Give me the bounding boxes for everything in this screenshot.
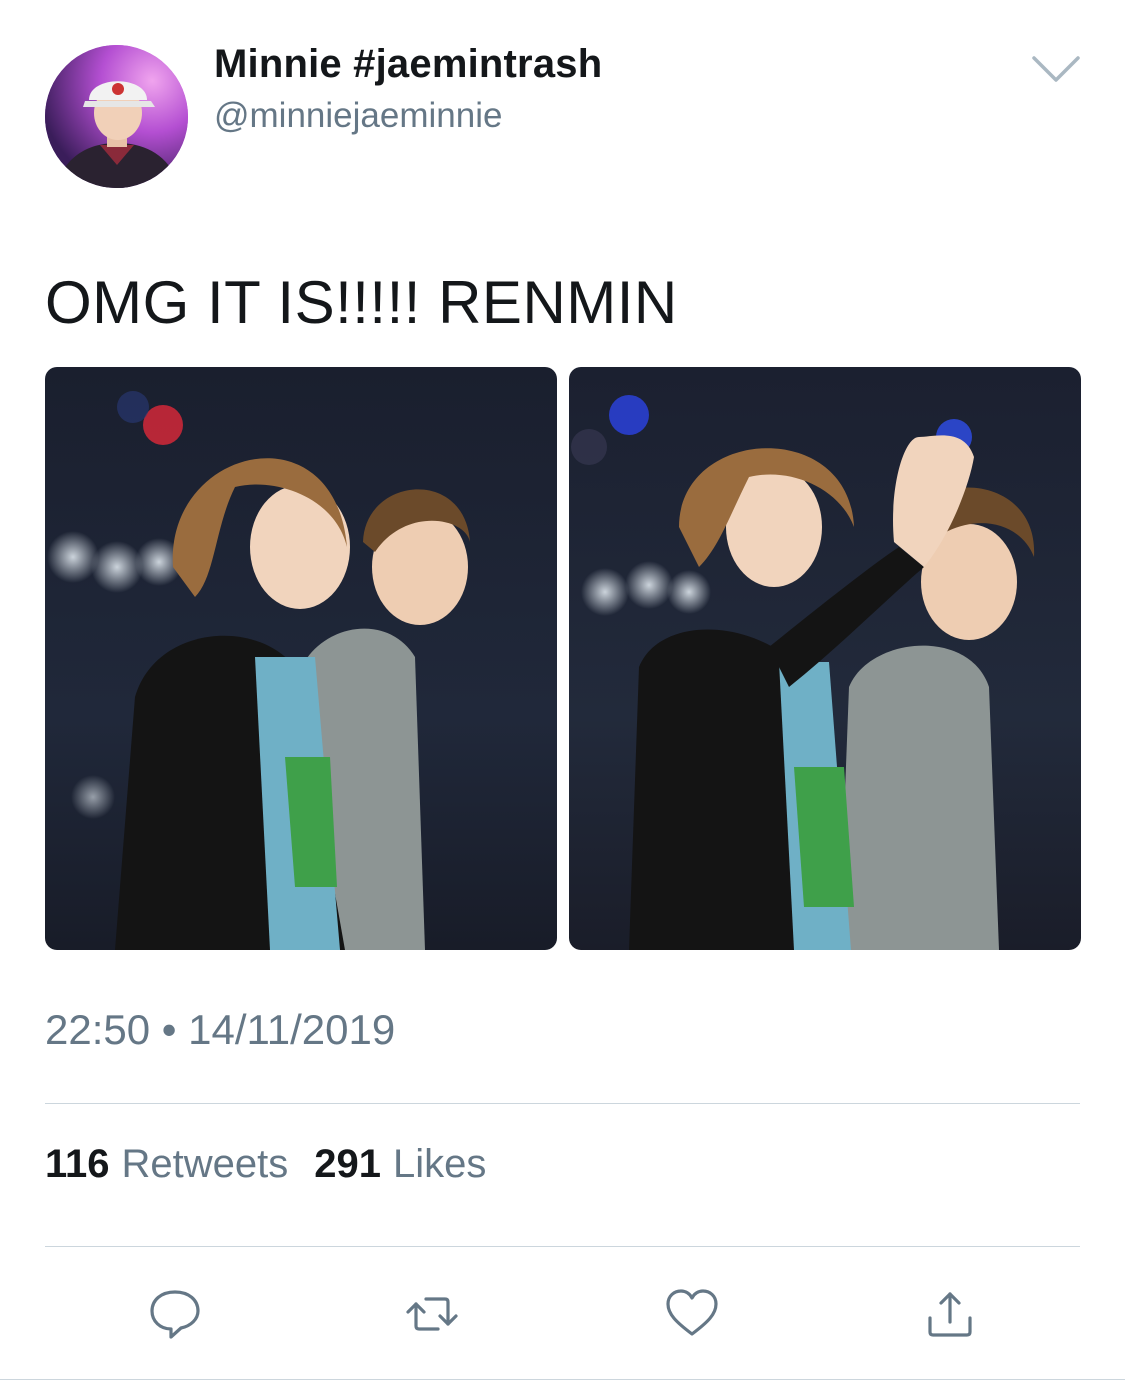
heart-icon: [666, 1289, 718, 1336]
retweets-stat[interactable]: 116 Retweets: [45, 1142, 288, 1187]
tweet-timestamp[interactable]: 22:50 • 14/11/2019: [45, 1006, 395, 1054]
tweet-text: OMG IT IS!!!!! RENMIN: [45, 269, 678, 336]
tweet-photo-1[interactable]: [45, 367, 557, 950]
divider: [45, 1103, 1080, 1104]
divider: [45, 1246, 1080, 1247]
retweet-button[interactable]: [404, 1286, 460, 1342]
avatar-image: [45, 45, 188, 188]
reply-button[interactable]: [147, 1286, 203, 1342]
likes-label: Likes: [393, 1142, 487, 1186]
chevron-down-icon[interactable]: [1030, 52, 1082, 86]
user-handle[interactable]: @minniejaeminnie: [214, 96, 502, 136]
avatar[interactable]: [45, 45, 188, 188]
retweets-label: Retweets: [121, 1142, 289, 1186]
share-button[interactable]: [922, 1286, 978, 1342]
tweet-photo-2[interactable]: [569, 367, 1081, 950]
share-icon: [928, 1292, 972, 1337]
likes-stat[interactable]: 291 Likes: [314, 1142, 486, 1187]
display-name[interactable]: Minnie #jaemintrash: [214, 42, 602, 87]
like-button[interactable]: [664, 1286, 720, 1342]
tweet-detail-view: Minnie #jaemintrash @minniejaeminnie OMG…: [0, 0, 1125, 1382]
likes-count: 291: [314, 1142, 382, 1186]
retweets-count: 116: [45, 1142, 110, 1186]
reply-icon: [150, 1290, 200, 1339]
divider: [0, 1379, 1125, 1380]
tweet-stats: 116 Retweets 291 Likes: [45, 1142, 486, 1187]
retweet-icon: [406, 1297, 458, 1331]
